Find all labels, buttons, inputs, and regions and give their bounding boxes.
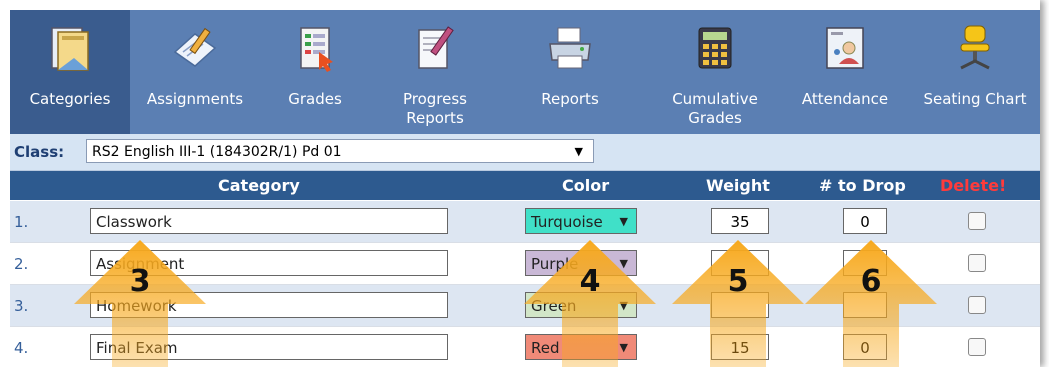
folder-icon bbox=[51, 27, 89, 71]
pencil-paper-icon bbox=[173, 27, 217, 67]
table-row: 1. Classwork Turquoise ▼ 35 0 bbox=[10, 201, 1040, 243]
drop-input[interactable]: 0 bbox=[843, 208, 887, 234]
chair-icon bbox=[960, 25, 990, 70]
toolbar-label: Attendance bbox=[801, 90, 889, 108]
header-delete: Delete! bbox=[940, 176, 1007, 195]
color-select-value: Turquoise bbox=[531, 213, 603, 231]
attendance-icon bbox=[826, 27, 864, 69]
delete-checkbox[interactable] bbox=[968, 212, 986, 230]
main-toolbar: Categories Assignments Grades Progress R… bbox=[10, 10, 1040, 134]
toolbar-label: Reports bbox=[541, 90, 599, 108]
header-color: Color bbox=[562, 176, 610, 195]
toolbar-item-assignments[interactable]: Assignments bbox=[130, 10, 260, 134]
callout-arrow-5: 5 bbox=[670, 238, 806, 367]
row-number: 1. bbox=[14, 213, 29, 231]
gradebook-icon bbox=[300, 27, 333, 72]
delete-checkbox[interactable] bbox=[968, 254, 986, 272]
toolbar-label: Grades bbox=[288, 90, 342, 108]
up-arrow-icon bbox=[672, 240, 804, 367]
category-name-input[interactable]: Classwork bbox=[90, 208, 448, 234]
header-category: Category bbox=[218, 176, 300, 195]
toolbar-item-attendance[interactable]: Attendance bbox=[785, 10, 905, 134]
color-select[interactable]: Turquoise ▼ bbox=[525, 208, 637, 234]
callout-arrow-6: 6 bbox=[803, 238, 939, 367]
report-edit-icon bbox=[418, 26, 454, 69]
printer-icon bbox=[549, 27, 591, 69]
chevron-down-icon: ▼ bbox=[619, 215, 628, 228]
row-number: 4. bbox=[14, 339, 29, 357]
gradebook-window: Categories Assignments Grades Progress R… bbox=[0, 0, 1040, 367]
callout-number: 4 bbox=[579, 264, 601, 299]
delete-checkbox[interactable] bbox=[968, 296, 986, 314]
class-selector-row: Class: RS2 English III-1 (184302R/1) Pd … bbox=[10, 134, 1040, 171]
header-drop: # to Drop bbox=[819, 176, 906, 195]
row-number: 2. bbox=[14, 255, 29, 273]
up-arrow-icon bbox=[74, 240, 206, 367]
toolbar-label: Assignments bbox=[146, 90, 244, 108]
toolbar-label: Seating Chart bbox=[923, 90, 1027, 108]
toolbar-label: Progress Reports bbox=[402, 90, 467, 127]
toolbar-item-cumulative-grades[interactable]: Cumulative Grades bbox=[655, 10, 775, 134]
class-label: Class: bbox=[14, 143, 65, 161]
chevron-down-icon: ▼ bbox=[574, 145, 583, 158]
callout-number: 3 bbox=[129, 264, 151, 299]
class-select-value: RS2 English III-1 (184302R/1) Pd 01 bbox=[92, 144, 342, 160]
row-number: 3. bbox=[14, 297, 29, 315]
toolbar-label: Cumulative Grades bbox=[672, 90, 758, 127]
callout-arrow-3: 3 bbox=[72, 238, 208, 367]
callout-number: 5 bbox=[727, 264, 749, 299]
up-arrow-icon bbox=[524, 240, 656, 367]
toolbar-label: Categories bbox=[29, 90, 111, 108]
up-arrow-icon bbox=[805, 240, 937, 367]
toolbar-item-categories[interactable]: Categories bbox=[10, 10, 130, 134]
weight-input[interactable]: 35 bbox=[711, 208, 769, 234]
callout-arrow-4: 4 bbox=[522, 238, 658, 367]
delete-checkbox[interactable] bbox=[968, 338, 986, 356]
calculator-icon bbox=[698, 27, 732, 69]
callout-number: 6 bbox=[860, 264, 882, 299]
toolbar-item-seating-chart[interactable]: Seating Chart bbox=[910, 10, 1040, 134]
toolbar-item-grades[interactable]: Grades bbox=[260, 10, 370, 134]
toolbar-item-progress-reports[interactable]: Progress Reports bbox=[370, 10, 500, 134]
class-select[interactable]: RS2 English III-1 (184302R/1) Pd 01 ▼ bbox=[86, 139, 594, 163]
header-weight: Weight bbox=[706, 176, 770, 195]
toolbar-item-reports[interactable]: Reports bbox=[510, 10, 630, 134]
table-header: Category Color Weight # to Drop Delete! bbox=[10, 171, 1040, 200]
